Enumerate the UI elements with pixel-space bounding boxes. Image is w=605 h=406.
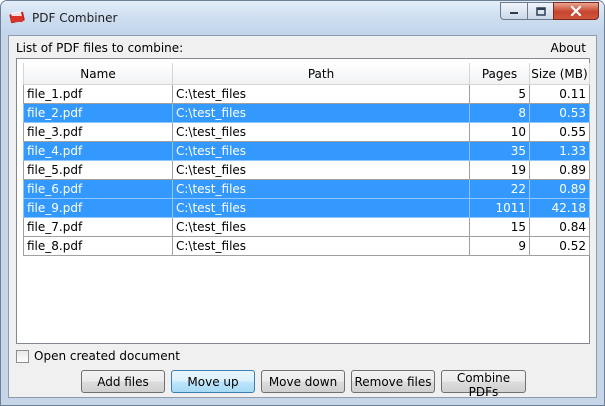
column-header-size[interactable]: Size (MB) <box>529 63 590 85</box>
combine-pdfs-button[interactable]: Combine PDFs <box>441 370 526 399</box>
cell-path: C:\test_files <box>172 141 470 161</box>
column-header-path[interactable]: Path <box>172 63 470 85</box>
file-list-label: List of PDF files to combine: <box>16 41 184 55</box>
cell-pages: 35 <box>469 141 530 161</box>
cell-name: file_2.pdf <box>23 103 173 123</box>
close-button[interactable] <box>553 2 599 20</box>
table-row[interactable]: file_9.pdf C:\test_files 1011 42.18 <box>23 198 590 218</box>
table-row[interactable]: file_5.pdf C:\test_files 19 0.89 <box>23 160 590 180</box>
cell-name: file_8.pdf <box>23 236 173 256</box>
cell-pages: 1011 <box>469 198 530 218</box>
maximize-button[interactable] <box>527 2 553 20</box>
remove-files-button[interactable]: Remove files <box>351 370 435 393</box>
pdf-app-icon <box>9 11 25 24</box>
cell-path: C:\test_files <box>172 84 470 104</box>
window-title: PDF Combiner <box>32 11 118 25</box>
table-header-row: Name Path Pages Size (MB) <box>23 63 590 85</box>
cell-pages: 8 <box>469 103 530 123</box>
cell-size: 42.18 <box>529 198 590 218</box>
table-row[interactable]: file_6.pdf C:\test_files 22 0.89 <box>23 179 590 199</box>
minimize-button[interactable] <box>500 2 527 20</box>
cell-name: file_7.pdf <box>23 217 173 237</box>
cell-name: file_9.pdf <box>23 198 173 218</box>
cell-pages: 10 <box>469 122 530 142</box>
cell-path: C:\test_files <box>172 160 470 180</box>
open-created-option[interactable]: Open created document <box>16 349 180 363</box>
cell-size: 0.84 <box>529 217 590 237</box>
open-created-label: Open created document <box>34 349 180 363</box>
pdf-file-list[interactable]: Name Path Pages Size (MB) file_1.pdf C:\… <box>16 58 590 344</box>
cell-path: C:\test_files <box>172 236 470 256</box>
cell-size: 0.53 <box>529 103 590 123</box>
column-header-pages[interactable]: Pages <box>469 63 530 85</box>
cell-size: 0.55 <box>529 122 590 142</box>
title-bar[interactable]: PDF Combiner <box>1 1 604 35</box>
cell-pages: 22 <box>469 179 530 199</box>
cell-name: file_5.pdf <box>23 160 173 180</box>
cell-path: C:\test_files <box>172 179 470 199</box>
app-window: PDF Combiner List of PDF files to combin… <box>0 0 605 406</box>
about-link[interactable]: About <box>551 41 586 55</box>
minimize-icon <box>510 12 518 14</box>
close-icon <box>570 6 582 16</box>
window-controls <box>500 2 599 22</box>
add-files-button[interactable]: Add files <box>81 370 165 393</box>
cell-pages: 9 <box>469 236 530 256</box>
table-row[interactable]: file_2.pdf C:\test_files 8 0.53 <box>23 103 590 123</box>
cell-pages: 19 <box>469 160 530 180</box>
pdf-file-table: Name Path Pages Size (MB) file_1.pdf C:\… <box>23 63 590 256</box>
cell-size: 0.11 <box>529 84 590 104</box>
cell-pages: 5 <box>469 84 530 104</box>
cell-name: file_6.pdf <box>23 179 173 199</box>
move-up-button[interactable]: Move up <box>171 370 255 393</box>
table-row[interactable]: file_3.pdf C:\test_files 10 0.55 <box>23 122 590 142</box>
cell-size: 0.52 <box>529 236 590 256</box>
cell-size: 0.89 <box>529 179 590 199</box>
cell-name: file_3.pdf <box>23 122 173 142</box>
open-created-checkbox[interactable] <box>16 349 29 363</box>
maximize-icon <box>535 6 546 16</box>
column-header-name[interactable]: Name <box>23 63 173 85</box>
cell-path: C:\test_files <box>172 103 470 123</box>
cell-name: file_1.pdf <box>23 84 173 104</box>
table-row[interactable]: file_8.pdf C:\test_files 9 0.52 <box>23 236 590 256</box>
move-down-button[interactable]: Move down <box>261 370 345 393</box>
action-buttons: Add files Move up Move down Remove files… <box>81 370 526 399</box>
table-row[interactable]: file_7.pdf C:\test_files 15 0.84 <box>23 217 590 237</box>
cell-size: 1.33 <box>529 141 590 161</box>
cell-path: C:\test_files <box>172 217 470 237</box>
cell-size: 0.89 <box>529 160 590 180</box>
cell-path: C:\test_files <box>172 122 470 142</box>
cell-pages: 15 <box>469 217 530 237</box>
table-row[interactable]: file_1.pdf C:\test_files 5 0.11 <box>23 84 590 104</box>
cell-name: file_4.pdf <box>23 141 173 161</box>
table-row[interactable]: file_4.pdf C:\test_files 35 1.33 <box>23 141 590 161</box>
client-area: List of PDF files to combine: About Name… <box>8 35 597 399</box>
cell-path: C:\test_files <box>172 198 470 218</box>
